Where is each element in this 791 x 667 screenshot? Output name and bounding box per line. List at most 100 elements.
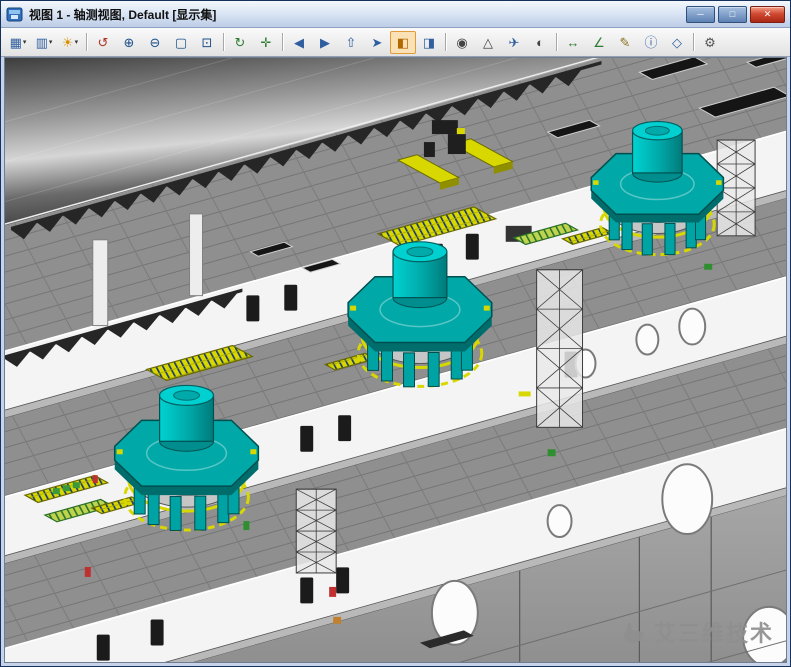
detail-marker [548,449,556,456]
measure-angle-icon[interactable]: ∠ [586,31,612,54]
detail-marker [333,617,341,624]
viewport-3d[interactable]: 艾三维技术 [4,57,787,663]
render-mode-icon[interactable]: ◐ [527,31,553,54]
clip-mask-glyph: ◨ [423,36,435,49]
door-opening [466,234,479,260]
clip-mask-icon[interactable]: ◨ [416,31,442,54]
title-bar[interactable]: 视图 1 - 轴测视图, Default [显示集] ─ □ ✕ [1,1,790,28]
camera-settings-glyph: ◉ [456,36,467,49]
toolbar-separator [445,33,446,51]
pan-view-icon[interactable]: ✛ [253,31,279,54]
measure-angle-glyph: ∠ [593,36,605,49]
lattice-tower [537,270,583,428]
fit-view-icon[interactable]: ⊡ [194,31,220,54]
door-opening [300,577,313,603]
rack-cell [73,482,80,488]
detail-marker [704,264,712,270]
toolbar-separator [693,33,694,51]
clip-volume-icon[interactable]: ◧ [390,31,416,54]
hull-cutout-ellipse [662,464,712,534]
view-previous-icon[interactable]: ◀ [286,31,312,54]
clip-volume-glyph: ◧ [397,36,409,49]
annotate-glyph: ✎ [620,36,631,49]
pan-view-glyph: ✛ [261,36,272,49]
overhead-machinery [448,134,466,154]
display-style-dropdown-arrow[interactable]: ▾ [49,39,53,46]
walk-glyph: ⇧ [346,36,357,49]
lattice-tower [296,489,336,573]
minimize-button[interactable]: ─ [686,6,715,23]
hull-cutout-ellipse [679,309,705,345]
window-area-glyph: ▢ [175,36,187,49]
door-opening [246,295,259,321]
overhead-machinery [432,120,458,134]
settings-icon[interactable]: ⚙ [697,31,723,54]
fly-icon[interactable]: ➤ [364,31,390,54]
detail-marker [329,587,336,597]
door-opening [300,426,313,452]
toolbar-separator [282,33,283,51]
perspective-glyph: △ [483,36,493,49]
display-set-glyph: ◇ [672,36,682,49]
rack-cell [63,485,70,491]
door-opening [336,567,349,593]
rotate-view-icon[interactable]: ↻ [227,31,253,54]
fit-view-glyph: ⊡ [202,36,213,49]
view-attributes-glyph: ▦ [10,36,22,49]
hull-cutout-ellipse [636,325,658,355]
close-button[interactable]: ✕ [750,6,785,23]
view-toolbar: ▦▾▥▾☀▾↺⊕⊖▢⊡↻✛◀▶⇧➤◧◨◉△✈◐↔∠✎ⓘ◇⚙ [1,28,790,57]
zoom-in-glyph: ⊕ [124,36,135,49]
perspective-icon[interactable]: △ [475,31,501,54]
door-opening [338,415,351,441]
view-next-icon[interactable]: ▶ [312,31,338,54]
scene-3d-model[interactable] [5,58,786,662]
measure-distance-icon[interactable]: ↔ [560,31,586,54]
display-style-glyph: ▥ [36,36,48,49]
settings-glyph: ⚙ [704,36,716,49]
adjust-brightness-glyph: ☀ [62,36,74,49]
hull-cutout-ellipse [548,505,572,537]
detail-marker [519,391,531,396]
rotate-view-glyph: ↻ [235,36,246,49]
view-attributes-icon[interactable]: ▦▾ [5,31,31,54]
zoom-out-icon[interactable]: ⊖ [142,31,168,54]
fly-glyph: ➤ [372,36,383,49]
door-opening [97,635,110,661]
app-window: 视图 1 - 轴测视图, Default [显示集] ─ □ ✕ ▦▾▥▾☀▾↺… [0,0,791,667]
adjust-brightness-icon[interactable]: ☀▾ [57,31,83,54]
toolbar-separator [86,33,87,51]
detail-marker [85,567,91,577]
view-next-glyph: ▶ [320,36,330,49]
display-set-icon[interactable]: ◇ [664,31,690,54]
update-view-icon[interactable]: ↺ [90,31,116,54]
rack-cell [53,488,60,494]
navigate-glyph: ✈ [509,36,520,49]
support-column [190,214,203,296]
overhead-machinery [424,142,435,157]
support-column [93,240,108,326]
display-style-icon[interactable]: ▥▾ [31,31,57,54]
maximize-button[interactable]: □ [718,6,747,23]
toolbar-separator [556,33,557,51]
window-area-icon[interactable]: ▢ [168,31,194,54]
view-attributes-dropdown-arrow[interactable]: ▾ [23,39,27,46]
door-opening [151,620,164,646]
detail-marker [243,521,249,530]
adjust-brightness-dropdown-arrow[interactable]: ▾ [75,39,79,46]
app-icon [6,6,23,23]
zoom-out-glyph: ⊖ [150,36,161,49]
element-info-icon[interactable]: ⓘ [638,31,664,54]
walk-icon[interactable]: ⇧ [338,31,364,54]
view-previous-glyph: ◀ [294,36,304,49]
door-opening [284,285,297,311]
element-info-glyph: ⓘ [644,36,657,49]
toolbar-separator [223,33,224,51]
camera-settings-icon[interactable]: ◉ [449,31,475,54]
navigate-icon[interactable]: ✈ [501,31,527,54]
render-mode-glyph: ◐ [536,36,544,49]
annotate-icon[interactable]: ✎ [612,31,638,54]
update-view-glyph: ↺ [98,36,109,49]
zoom-in-icon[interactable]: ⊕ [116,31,142,54]
measure-distance-glyph: ↔ [567,36,580,49]
